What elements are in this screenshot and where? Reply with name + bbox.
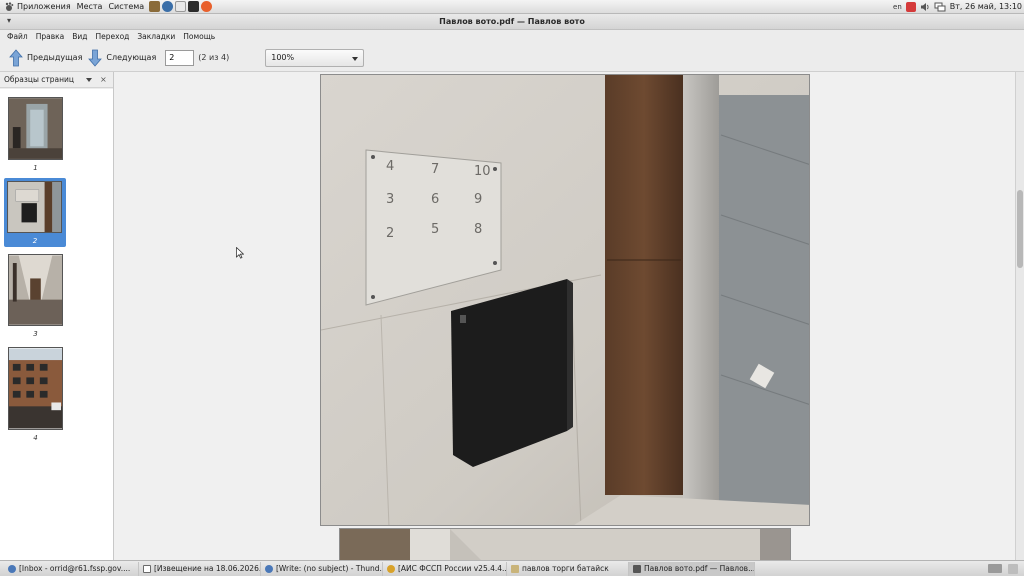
trash-icon[interactable] xyxy=(1008,563,1018,574)
thumbnail-image xyxy=(8,347,63,430)
network-icon[interactable] xyxy=(934,2,946,12)
document-viewer-icon xyxy=(633,564,641,573)
task-write[interactable]: [Write: (no subject) - Thund... xyxy=(261,561,383,576)
zoom-select[interactable]: 100% xyxy=(265,48,365,67)
top-panel-left: Приложения Места Система xyxy=(0,0,213,14)
taskbar-tray xyxy=(988,563,1024,574)
side-pane-title: Образцы страниц xyxy=(4,75,75,84)
menu-view[interactable]: Вид xyxy=(68,30,91,44)
task-label: [Inbox - orrid@r61.fssp.gov.... xyxy=(19,564,131,573)
workspace-switcher-icon[interactable] xyxy=(988,564,1002,573)
page-thumbnail-selected[interactable]: 2 xyxy=(4,178,66,247)
thumbnail-number: 2 xyxy=(32,237,38,245)
arrow-down-icon xyxy=(88,49,103,67)
thumbnail-number: 3 xyxy=(33,330,38,338)
photo-next-page xyxy=(340,529,790,560)
thumbnail-list: 1 2 3 4 xyxy=(0,89,113,560)
task-label: [Извещение на 18.06.2026... xyxy=(154,564,261,573)
page-thumbnail[interactable]: 3 xyxy=(8,254,63,338)
thumbnail-image xyxy=(8,97,63,160)
browser-launcher-icon[interactable] xyxy=(162,1,174,12)
svg-text:10: 10 xyxy=(474,164,491,179)
task-inbox[interactable]: [Inbox - orrid@r61.fssp.gov.... xyxy=(4,561,139,576)
clock[interactable]: Вт, 26 май, 13:10 xyxy=(950,2,1022,11)
launchers xyxy=(149,1,213,12)
task-label: [АИС ФССП России v25.4.4... xyxy=(398,564,507,573)
menu-places[interactable]: Места xyxy=(74,0,106,14)
previous-page-button[interactable]: Предыдущая xyxy=(6,47,85,69)
previous-page-label: Предыдущая xyxy=(27,53,83,62)
close-icon[interactable]: × xyxy=(100,75,107,84)
photo-hallway-mailbox: 4 7 10 3 6 9 2 5 8 xyxy=(321,75,809,525)
task-ais[interactable]: [АИС ФССП России v25.4.4... xyxy=(383,561,507,576)
arrow-up-icon xyxy=(9,48,23,66)
menu-help[interactable]: Помощь xyxy=(179,30,219,44)
keyboard-layout-indicator[interactable]: en xyxy=(893,3,902,11)
thumbnail-number: 1 xyxy=(33,164,38,172)
task-label: павлов торги батайск xyxy=(522,564,609,573)
next-page-label: Следующая xyxy=(106,53,157,62)
window-title: Павлов вото.pdf — Павлов вото xyxy=(439,17,585,26)
side-pane-header[interactable]: Образцы страниц × xyxy=(0,72,113,88)
menu-edit[interactable]: Правка xyxy=(32,30,69,44)
document-scrollbar[interactable] xyxy=(1015,72,1024,560)
task-notice[interactable]: [Извещение на 18.06.2026... xyxy=(139,561,261,576)
chevron-down-icon[interactable] xyxy=(86,77,93,82)
thunderbird-icon xyxy=(265,564,273,573)
menu-file[interactable]: Файл xyxy=(3,30,32,44)
svg-text:5: 5 xyxy=(431,222,439,237)
volume-icon[interactable] xyxy=(920,2,930,12)
mouse-cursor-icon xyxy=(236,247,244,259)
svg-text:4: 4 xyxy=(386,159,394,174)
thumbnail-number: 4 xyxy=(33,434,38,442)
document-icon xyxy=(143,564,151,573)
thumbnail-image xyxy=(7,181,62,233)
task-folder[interactable]: павлов торги батайск xyxy=(507,561,629,576)
page-thumbnail[interactable]: 4 xyxy=(8,347,63,442)
mail-tray-icon[interactable] xyxy=(905,1,916,12)
svg-text:7: 7 xyxy=(431,162,439,177)
menu-system[interactable]: Система xyxy=(105,0,147,14)
page-image: 4 7 10 3 6 9 2 5 8 xyxy=(320,74,810,526)
thunderbird-icon xyxy=(8,564,16,573)
top-panel: Приложения Места Система en Вт, 26 май, … xyxy=(0,0,1024,14)
menubar: Файл Правка Вид Переход Закладки Помощь xyxy=(0,30,1024,44)
firefox-launcher-icon[interactable] xyxy=(201,1,213,12)
task-label: Павлов вото.pdf — Павлов... xyxy=(644,564,755,573)
side-pane: Образцы страниц × 1 2 3 4 xyxy=(0,72,114,560)
toolbar: Предыдущая Следующая (2 из 4) 100% xyxy=(0,44,1024,72)
zoom-value: 100% xyxy=(271,53,295,62)
star-icon xyxy=(387,564,395,573)
svg-text:2: 2 xyxy=(386,226,394,241)
task-label: [Write: (no subject) - Thund... xyxy=(276,564,383,573)
terminal-launcher-icon[interactable] xyxy=(188,1,200,12)
task-document-viewer[interactable]: Павлов вото.pdf — Павлов... xyxy=(629,561,755,576)
svg-text:8: 8 xyxy=(474,222,482,237)
text-editor-launcher-icon[interactable] xyxy=(175,1,187,12)
page-number-input[interactable] xyxy=(165,49,195,66)
folder-icon xyxy=(511,564,519,573)
app-launcher-icon[interactable] xyxy=(149,1,161,12)
top-panel-right: en Вт, 26 май, 13:10 xyxy=(893,0,1024,14)
menu-applications[interactable]: Приложения xyxy=(14,0,74,14)
bottom-taskbar: [Inbox - orrid@r61.fssp.gov.... [Извещен… xyxy=(0,560,1024,576)
document-view[interactable]: 4 7 10 3 6 9 2 5 8 xyxy=(114,72,1024,560)
next-page-image xyxy=(339,528,791,560)
svg-text:9: 9 xyxy=(474,192,482,207)
svg-text:3: 3 xyxy=(386,192,394,207)
menu-bookmarks[interactable]: Закладки xyxy=(133,30,179,44)
menu-go[interactable]: Переход xyxy=(92,30,134,44)
window-titlebar[interactable]: ▾ Павлов вото.pdf — Павлов вото xyxy=(0,14,1024,30)
thumbnail-image xyxy=(8,254,63,326)
page-thumbnail[interactable]: 1 xyxy=(8,97,63,172)
chevron-down-icon xyxy=(352,56,359,61)
scrollbar-thumb[interactable] xyxy=(1017,190,1023,268)
page-count: (2 из 4) xyxy=(198,53,230,62)
svg-text:6: 6 xyxy=(431,192,439,207)
gnome-foot-icon[interactable] xyxy=(4,1,14,12)
next-page-button[interactable]: Следующая xyxy=(85,47,159,69)
